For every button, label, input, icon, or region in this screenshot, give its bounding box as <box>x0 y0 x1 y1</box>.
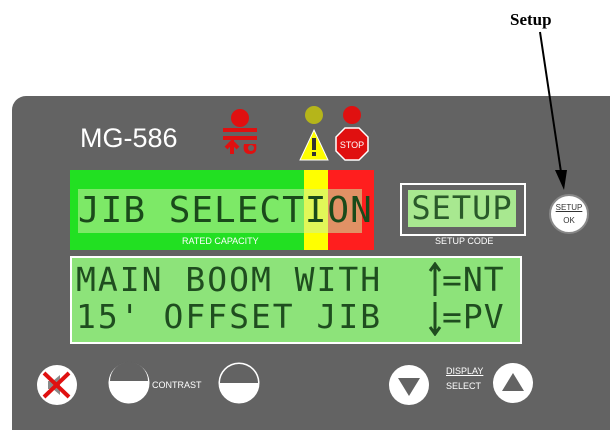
main-display-line-2: 15' OFFSET JIB <box>76 297 383 336</box>
rated-capacity-caption: RATED CAPACITY <box>182 236 259 246</box>
setup-ok-button[interactable]: SETUP OK <box>549 194 589 234</box>
setup-ok-button-label-2: OK <box>563 216 575 225</box>
contrast-half-icon <box>110 362 148 381</box>
up-arrow-icon <box>428 262 442 296</box>
setup-callout-label: Setup <box>510 10 552 29</box>
model-name: MG-586 <box>80 123 178 153</box>
contrast-decrease-button[interactable] <box>106 360 152 406</box>
crane-load-icon <box>223 109 257 154</box>
capacity-display-text: JIB SELECTION <box>78 190 373 231</box>
main-display-line-1: MAIN BOOM WITH <box>76 260 383 299</box>
contrast-increase-button[interactable] <box>216 360 262 406</box>
scroll-up-button[interactable] <box>492 362 534 404</box>
setup-ok-button-label-1: SETUP <box>555 203 583 212</box>
warning-indicator-icon <box>299 106 329 161</box>
hint-line-2: =PV <box>442 297 505 336</box>
stop-label: STOP <box>340 140 364 150</box>
setup-display-text: SETUP <box>408 190 516 227</box>
alarm-mute-button[interactable] <box>36 364 78 406</box>
display-select-label-1: DISPLAY <box>446 366 484 376</box>
display-select-label-2: SELECT <box>446 381 482 391</box>
contrast-label: CONTRAST <box>152 380 202 390</box>
scroll-down-button[interactable] <box>388 364 430 406</box>
hint-line-1: =NT <box>442 260 505 299</box>
down-arrow-icon <box>428 302 442 336</box>
stop-indicator-icon: STOP <box>335 106 369 161</box>
setup-code-caption: SETUP CODE <box>435 236 494 246</box>
